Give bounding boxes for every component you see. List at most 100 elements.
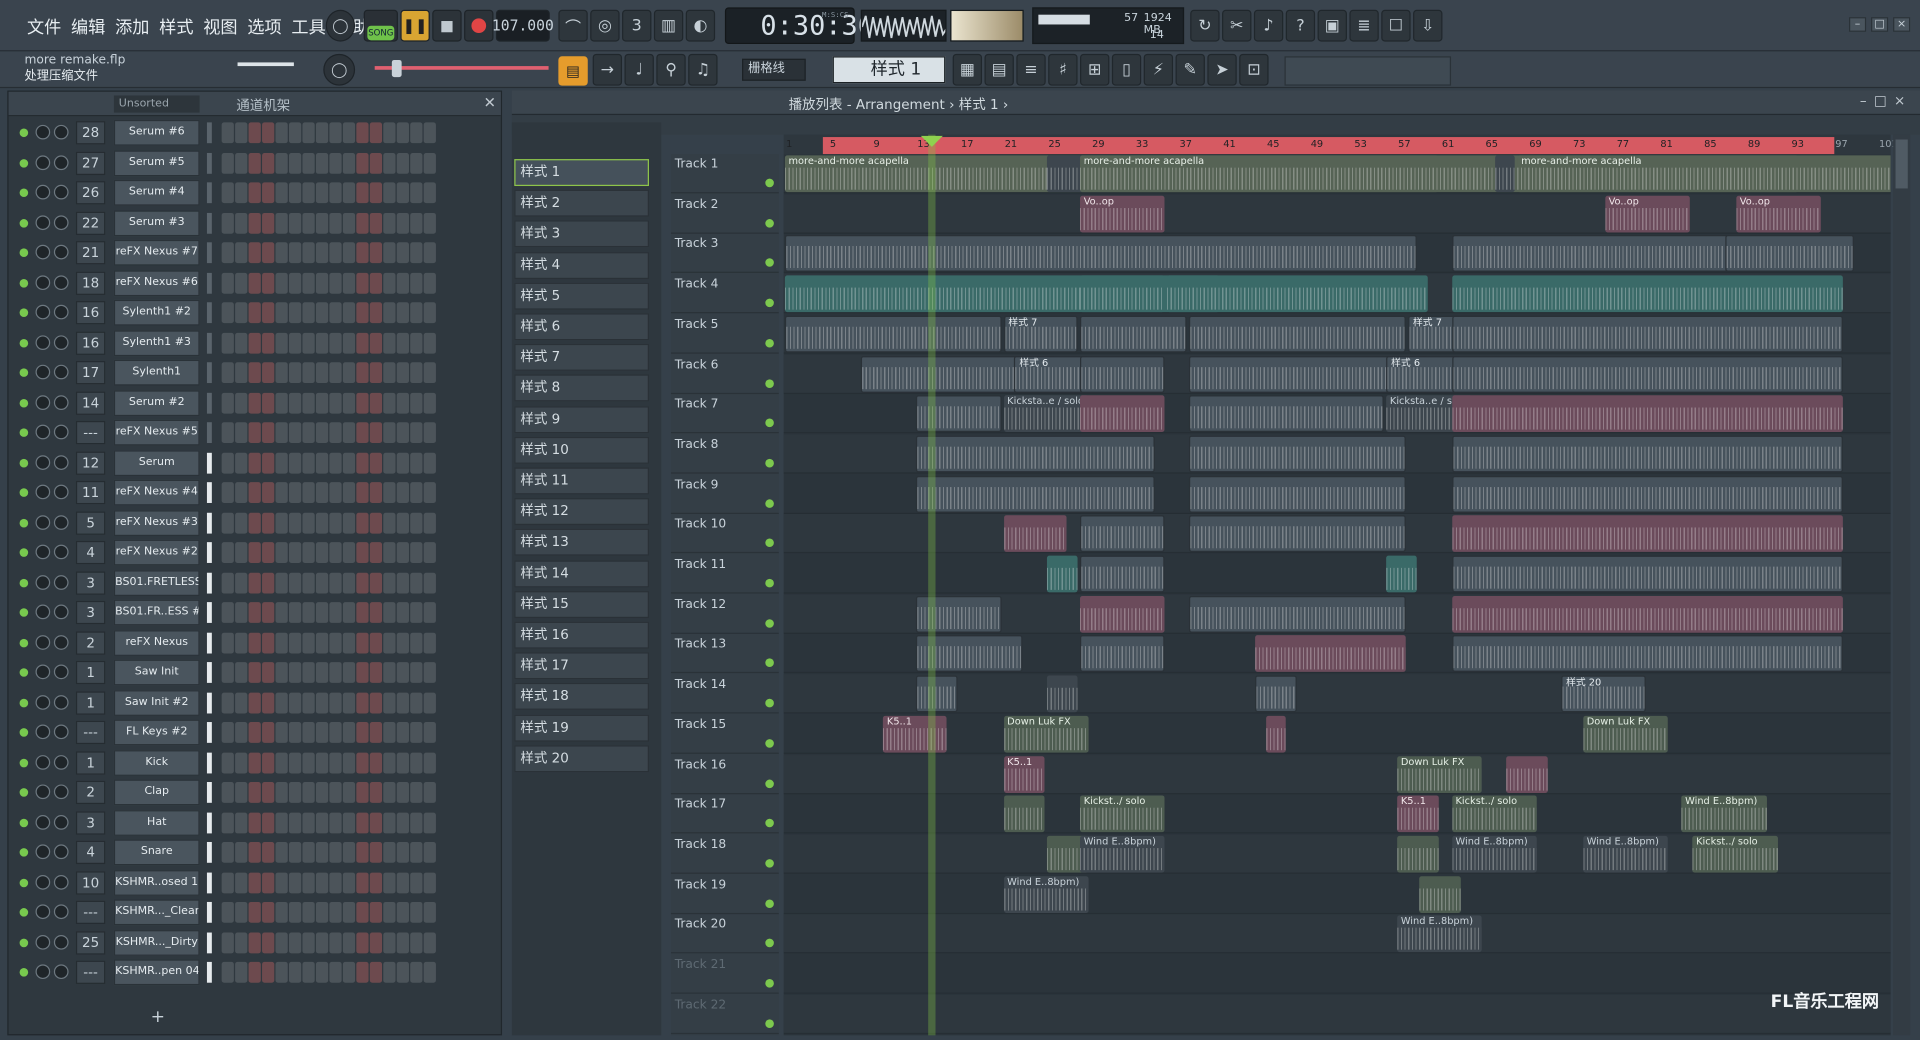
mixer-track-number[interactable]: 12: [75, 450, 106, 475]
playlist-clip[interactable]: [1451, 555, 1844, 593]
cut-tool-icon[interactable]: ✂: [1222, 9, 1252, 42]
step-button[interactable]: [423, 752, 436, 773]
track-header[interactable]: Track 16: [671, 754, 779, 794]
pan-knob-icon[interactable]: [35, 694, 51, 710]
channel-mute-led-icon[interactable]: [19, 188, 29, 198]
step-button[interactable]: [235, 572, 248, 593]
step-button[interactable]: [248, 572, 261, 593]
step-button[interactable]: [383, 482, 396, 503]
step-button[interactable]: [262, 122, 275, 144]
step-button[interactable]: [302, 452, 315, 473]
step-button[interactable]: [383, 782, 396, 803]
step-button[interactable]: [356, 482, 369, 503]
volume-knob-icon[interactable]: [53, 574, 69, 590]
step-button[interactable]: [248, 602, 261, 623]
step-button[interactable]: [383, 901, 396, 923]
step-button[interactable]: [288, 122, 302, 144]
step-button[interactable]: [302, 931, 315, 953]
step-button[interactable]: [221, 692, 234, 713]
step-button[interactable]: [262, 542, 275, 563]
channel-name-button[interactable]: Saw Init #2: [113, 689, 200, 716]
step-button[interactable]: [288, 182, 302, 204]
step-button[interactable]: [329, 662, 342, 683]
step-button[interactable]: [248, 212, 261, 234]
step-button[interactable]: [356, 452, 369, 473]
step-button[interactable]: [396, 542, 409, 563]
step-button[interactable]: [248, 152, 261, 174]
step-button[interactable]: [248, 692, 261, 713]
step-button[interactable]: [383, 662, 396, 683]
mixer-track-number[interactable]: 1: [75, 660, 106, 685]
mixer-track-number[interactable]: ---: [75, 900, 106, 924]
step-button[interactable]: [396, 722, 409, 743]
channel-select-indicator[interactable]: [206, 122, 212, 144]
step-button[interactable]: [275, 302, 288, 324]
step-button[interactable]: [423, 272, 436, 294]
step-button[interactable]: [423, 602, 436, 623]
step-button[interactable]: [262, 662, 275, 683]
mixer-track-number[interactable]: 11: [75, 480, 106, 505]
menu-file[interactable]: 文件: [27, 15, 61, 39]
step-button[interactable]: [235, 242, 248, 264]
step-button[interactable]: [356, 692, 369, 713]
step-button[interactable]: [342, 152, 356, 174]
record-button[interactable]: [464, 9, 494, 42]
mixer-track-number[interactable]: 2: [75, 780, 106, 805]
step-button[interactable]: [288, 422, 302, 444]
step-button[interactable]: [248, 782, 261, 803]
countdown-icon[interactable]: 3: [622, 9, 652, 42]
step-button[interactable]: [288, 692, 302, 713]
channel-mute-led-icon[interactable]: [19, 338, 29, 347]
step-button[interactable]: [235, 422, 248, 444]
timeline-ruler[interactable]: 1 5 9 13 17 21 25 29 33 37 41 45 49 53 57 61 65 69 73 77 81 8…: [783, 134, 1898, 155]
pan-knob-icon[interactable]: [35, 934, 51, 950]
step-edit-icon[interactable]: ▥: [653, 9, 684, 42]
pan-knob-icon[interactable]: [35, 964, 51, 980]
step-button[interactable]: [342, 632, 356, 653]
playlist-clip[interactable]: [1419, 875, 1461, 913]
step-button[interactable]: [275, 811, 288, 833]
step-button[interactable]: [235, 332, 248, 354]
track-mute-led-icon[interactable]: [765, 218, 774, 228]
channel-name-button[interactable]: Serum #2: [113, 389, 200, 416]
step-button[interactable]: [262, 362, 275, 384]
step-button[interactable]: [383, 152, 396, 174]
step-button[interactable]: [342, 901, 356, 923]
step-button[interactable]: [383, 602, 396, 623]
step-button[interactable]: [288, 332, 302, 354]
step-button[interactable]: [329, 572, 342, 593]
step-button[interactable]: [383, 841, 396, 863]
step-button[interactable]: [275, 122, 288, 144]
step-button[interactable]: [410, 632, 423, 653]
playlist-clip[interactable]: Wind E..8bpm): [1681, 795, 1767, 833]
playlist-clip[interactable]: Down Luk FX: [1003, 715, 1089, 753]
channel-rack-icon[interactable]: ♫: [688, 53, 718, 86]
channel-name-button[interactable]: Serum #3: [113, 209, 200, 236]
step-button[interactable]: [221, 662, 234, 683]
step-button[interactable]: [342, 662, 356, 683]
track-header[interactable]: Track 6: [671, 354, 779, 394]
step-button[interactable]: [410, 512, 423, 533]
channel-row[interactable]: 3 BS01.FRETLESS: [9, 568, 489, 597]
channel-select-indicator[interactable]: [206, 392, 212, 414]
mixer-track-number[interactable]: ---: [75, 960, 106, 984]
pan-knob-icon[interactable]: [35, 544, 51, 560]
step-button[interactable]: [356, 212, 369, 234]
step-button[interactable]: [235, 272, 248, 294]
channel-mute-led-icon[interactable]: [19, 488, 29, 497]
step-button[interactable]: [221, 302, 234, 324]
playlist-clip[interactable]: Wind E..8bpm): [1003, 875, 1089, 913]
step-button[interactable]: [329, 362, 342, 384]
step-button[interactable]: [369, 182, 383, 204]
channel-select-indicator[interactable]: [206, 302, 212, 324]
step-button[interactable]: [221, 632, 234, 653]
step-button[interactable]: [235, 482, 248, 503]
channel-name-button[interactable]: KSHMR..pen 04: [113, 959, 200, 986]
menu-tools[interactable]: 工具: [291, 15, 325, 39]
step-button[interactable]: [302, 212, 315, 234]
add-channel-button[interactable]: +: [151, 1007, 165, 1027]
step-button[interactable]: [235, 692, 248, 713]
step-button[interactable]: [329, 961, 342, 983]
step-button[interactable]: [356, 811, 369, 833]
step-button[interactable]: [383, 452, 396, 473]
